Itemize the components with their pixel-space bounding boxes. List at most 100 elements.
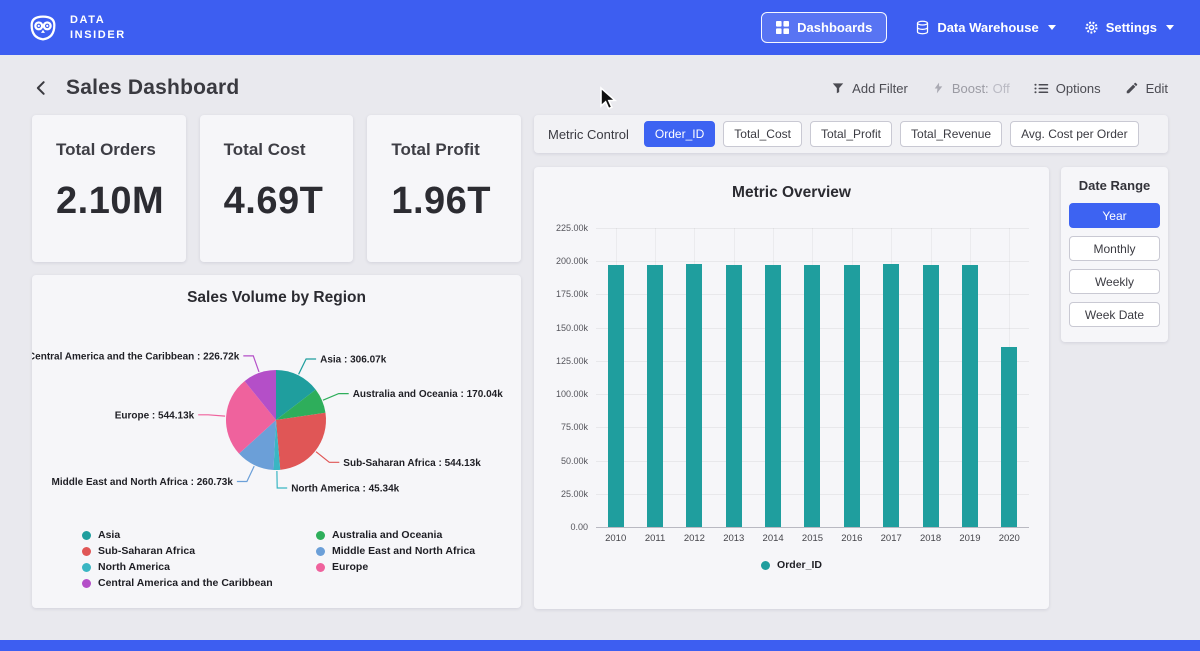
bar-2020 bbox=[1001, 347, 1017, 527]
x-axis-label-2016: 2016 bbox=[832, 533, 871, 544]
legend-dot bbox=[82, 531, 91, 540]
dashboard-grid-icon bbox=[776, 21, 789, 34]
pie-legend: Asia Sub-Saharan Africa North America Centr… bbox=[32, 529, 521, 589]
legend-dot bbox=[82, 563, 91, 572]
date-range-button-weekly[interactable]: Weekly bbox=[1069, 269, 1160, 294]
legend-label: Order_ID bbox=[777, 559, 822, 571]
pie-leader-line bbox=[237, 466, 254, 481]
bar-slot-2019 bbox=[950, 228, 989, 527]
bar-chart-legend: Order_ID bbox=[534, 559, 1049, 571]
legend-column: Australia and OceaniaMiddle East and Nor… bbox=[316, 529, 475, 589]
bars-row bbox=[596, 228, 1029, 527]
pie-label-middle-east-and-north-africa: Middle East and North Africa : 260.73k bbox=[52, 477, 234, 488]
legend-label: Sub-Saharan Africa bbox=[98, 545, 195, 557]
bar-2019 bbox=[962, 265, 978, 527]
bar-slot-2018 bbox=[911, 228, 950, 527]
legend-label: Asia bbox=[98, 529, 120, 541]
filter-funnel-icon bbox=[831, 81, 845, 95]
boost-toggle[interactable]: Boost: Off bbox=[932, 81, 1010, 96]
legend-item-central-america-and-the-caribbean: Central America and the Caribbean bbox=[82, 577, 316, 589]
pie-leader-line bbox=[198, 415, 225, 416]
date-range-buttons: Year Monthly Weekly Week Date bbox=[1069, 203, 1160, 327]
bar-slot-2011 bbox=[635, 228, 674, 527]
add-filter-button[interactable]: Add Filter bbox=[831, 81, 908, 96]
x-axis-label-2011: 2011 bbox=[635, 533, 674, 544]
y-axis-tick-label: 125.00k bbox=[556, 356, 588, 366]
metric-buttons: Order_ID Total_Cost Total_Profit Total_Reve… bbox=[644, 121, 1139, 147]
bar-2011 bbox=[647, 265, 663, 527]
back-button[interactable] bbox=[30, 76, 54, 100]
date-range-button-week-date[interactable]: Week Date bbox=[1069, 302, 1160, 327]
pie-slice-sub-saharan-africa bbox=[276, 413, 326, 470]
bar-slot-2017 bbox=[872, 228, 911, 527]
metric-button-total-cost[interactable]: Total_Cost bbox=[723, 121, 802, 147]
date-range-button-year[interactable]: Year bbox=[1069, 203, 1160, 228]
bar-slot-2013 bbox=[714, 228, 753, 527]
boost-icon bbox=[932, 81, 945, 95]
owl-logo-icon bbox=[26, 11, 60, 45]
metric-button-avg-cost-per-order[interactable]: Avg. Cost per Order bbox=[1010, 121, 1139, 147]
legend-item-north-america: North America bbox=[82, 561, 316, 573]
x-axis-label-2014: 2014 bbox=[753, 533, 792, 544]
add-filter-label: Add Filter bbox=[852, 81, 908, 96]
metric-button-order-id[interactable]: Order_ID bbox=[644, 121, 715, 147]
options-label: Options bbox=[1056, 81, 1101, 96]
nav-data-warehouse[interactable]: Data Warehouse bbox=[915, 20, 1055, 35]
kpi-value: 2.10M bbox=[56, 180, 176, 223]
date-range-label: Date Range bbox=[1069, 178, 1160, 193]
edit-button[interactable]: Edit bbox=[1125, 81, 1168, 96]
bar-slot-2012 bbox=[675, 228, 714, 527]
x-axis-label-2018: 2018 bbox=[911, 533, 950, 544]
legend-dot bbox=[82, 547, 91, 556]
legend-item-europe: Europe bbox=[316, 561, 475, 573]
bar-2016 bbox=[844, 265, 860, 527]
y-axis-tick-label: 50.00k bbox=[561, 456, 588, 466]
pie-leader-line bbox=[277, 471, 287, 488]
options-button[interactable]: Options bbox=[1034, 81, 1101, 96]
kpi-row: Total Orders 2.10M Total Cost 4.69T Tota… bbox=[32, 115, 521, 262]
bar-2014 bbox=[765, 265, 781, 527]
nav-settings-label: Settings bbox=[1106, 20, 1157, 35]
nav-dashboards-button[interactable]: Dashboards bbox=[761, 12, 887, 43]
pie-label-north-america: North America : 45.34k bbox=[291, 484, 399, 495]
bar-2012 bbox=[686, 264, 702, 527]
brand-line2: INSIDER bbox=[70, 28, 126, 43]
options-list-icon bbox=[1034, 82, 1049, 95]
legend-item-sub-saharan-africa: Sub-Saharan Africa bbox=[82, 545, 316, 557]
legend-item-asia: Asia bbox=[82, 529, 316, 541]
kpi-card-total-profit: Total Profit 1.96T bbox=[367, 115, 521, 262]
bar-slot-2014 bbox=[753, 228, 792, 527]
legend-item-middle-east-and-north-africa: Middle East and North Africa bbox=[316, 545, 475, 557]
metric-button-total-profit[interactable]: Total_Profit bbox=[810, 121, 892, 147]
kpi-label: Total Orders bbox=[56, 140, 176, 160]
bar-chart-plot: 225.00k200.00k175.00k150.00k125.00k100.0… bbox=[596, 228, 1029, 528]
pie-label-sub-saharan-africa: Sub-Saharan Africa : 544.13k bbox=[343, 458, 481, 469]
header-actions: Add Filter Boost: Off Options Edit bbox=[831, 81, 1168, 96]
kpi-card-total-orders: Total Orders 2.10M bbox=[32, 115, 186, 262]
y-axis-tick-label: 75.00k bbox=[561, 422, 588, 432]
pie-chart-title: Sales Volume by Region bbox=[32, 289, 521, 307]
page-title: Sales Dashboard bbox=[66, 76, 239, 100]
nav-settings[interactable]: Settings bbox=[1084, 20, 1174, 35]
bar-2017 bbox=[883, 264, 899, 527]
bar-chart-card: Metric Overview 225.00k200.00k175.00k150… bbox=[534, 167, 1049, 609]
navbar-right: Dashboards Data Warehouse Settings bbox=[761, 12, 1174, 43]
legend-dot bbox=[761, 561, 770, 570]
nav-data-warehouse-label: Data Warehouse bbox=[937, 20, 1038, 35]
boost-value: Off bbox=[993, 81, 1010, 96]
bar-2018 bbox=[923, 265, 939, 527]
y-axis-tick-label: 225.00k bbox=[556, 223, 588, 233]
nav-dashboards-label: Dashboards bbox=[797, 20, 872, 35]
y-axis-tick-label: 200.00k bbox=[556, 256, 588, 266]
pie-leader-line bbox=[299, 359, 317, 374]
metric-button-total-revenue[interactable]: Total_Revenue bbox=[900, 121, 1002, 147]
y-axis-tick-label: 25.00k bbox=[561, 489, 588, 499]
database-icon bbox=[915, 20, 930, 35]
pie-chart: Asia : 306.07kAustralia and Oceania : 17… bbox=[32, 309, 521, 531]
dashboard-body: Total Orders 2.10M Total Cost 4.69T Tota… bbox=[0, 115, 1200, 609]
brand-text: DATA INSIDER bbox=[70, 13, 126, 43]
pie-label-australia-and-oceania: Australia and Oceania : 170.04k bbox=[353, 389, 504, 400]
date-range-button-monthly[interactable]: Monthly bbox=[1069, 236, 1160, 261]
bar-2015 bbox=[804, 265, 820, 527]
page-header: Sales Dashboard Add Filter Boost: Off Op… bbox=[0, 55, 1200, 115]
